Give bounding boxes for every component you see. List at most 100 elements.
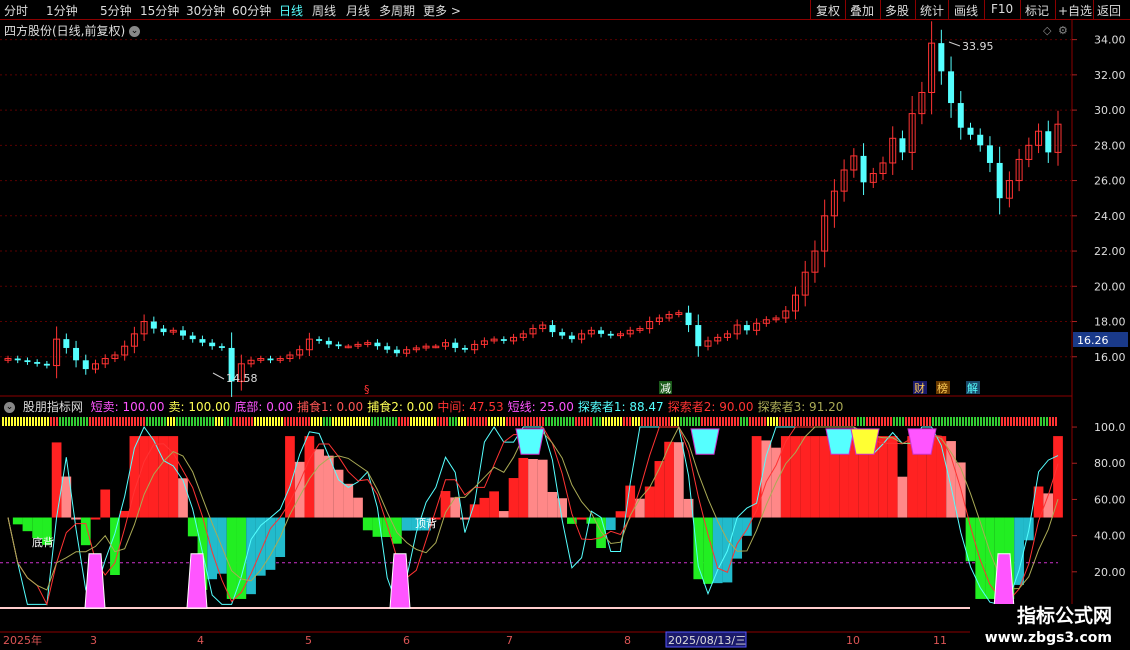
- signal-strip-tick: [11, 417, 13, 426]
- signal-strip-tick: [791, 417, 793, 426]
- candle-body: [267, 358, 274, 361]
- settings-icon[interactable]: ⚙: [1058, 24, 1068, 37]
- stock-title-text: 四方股份(日线,前复权): [4, 24, 126, 38]
- candle-body: [412, 347, 420, 351]
- oscillator-bar: [362, 517, 373, 531]
- oscillator-bar: [907, 436, 918, 518]
- oscillator-bar: [975, 517, 986, 599]
- toolbar: 分时 1分钟 5分钟 15分钟 30分钟 60分钟 日线 周线 月线 多周期 更…: [0, 0, 1130, 20]
- oscillator-bar: [1014, 517, 1024, 585]
- signal-strip-tick: [464, 417, 466, 426]
- f10-button[interactable]: F10: [991, 2, 1013, 16]
- event-mark-finance-box[interactable]: [913, 381, 927, 394]
- signal-strip-tick: [842, 417, 844, 426]
- tab-intraday[interactable]: 分时: [4, 2, 28, 19]
- event-mark-s[interactable]: §: [364, 383, 370, 396]
- signal-strip-tick: [950, 417, 952, 426]
- chart-canvas[interactable]: 34.00 32.00 30.00 28.00 26.00 24.00 22.00 20.00…: [0, 0, 1130, 650]
- oscillator-bar: [985, 517, 995, 599]
- signal-strip-tick: [194, 417, 196, 426]
- tab-15min[interactable]: 15分钟: [140, 2, 179, 19]
- signal-strip-tick: [545, 417, 547, 426]
- signal-strip-tick: [740, 417, 742, 426]
- mark-button[interactable]: 标记: [1025, 2, 1049, 19]
- signal-strip-tick: [779, 417, 781, 426]
- event-mark-reduce-box[interactable]: [659, 381, 672, 394]
- oscillator-bar: [878, 436, 888, 518]
- candle-body: [617, 333, 624, 337]
- chevron-down-icon[interactable]: ⌄: [4, 402, 15, 413]
- back-button[interactable]: 返回: [1097, 2, 1121, 19]
- candle-body: [461, 347, 468, 350]
- candle-body: [442, 342, 449, 347]
- signal-strip-tick: [425, 417, 427, 426]
- signal-strip-tick: [1031, 417, 1033, 426]
- candle-body: [879, 162, 887, 175]
- high-price-label: 33.95: [962, 40, 994, 53]
- signal-strip-tick: [833, 417, 835, 426]
- oscillator-bar: [819, 436, 830, 518]
- signal-strip-tick: [311, 417, 313, 426]
- tab-daily[interactable]: 日线: [279, 2, 303, 19]
- tab-1min[interactable]: 1分钟: [46, 2, 78, 19]
- oscillator-bar: [605, 517, 616, 531]
- tab-more[interactable]: 更多 >: [423, 2, 461, 19]
- candle-body: [830, 190, 838, 217]
- oscillator-bar: [236, 517, 247, 599]
- tab-60min[interactable]: 60分钟: [232, 2, 271, 19]
- candle-body: [889, 137, 897, 164]
- candle-body: [325, 340, 332, 345]
- signal-strip-tick: [824, 417, 826, 426]
- signal-strip-tick: [518, 417, 520, 426]
- multi-stock-button[interactable]: 多股: [885, 2, 909, 19]
- tab-weekly[interactable]: 周线: [312, 2, 336, 19]
- oscillator-bar: [858, 436, 869, 518]
- indicator-name[interactable]: 股朋指标网: [23, 400, 83, 414]
- oscillator-bar: [372, 517, 383, 537]
- signal-strip-tick: [725, 417, 727, 426]
- indicator-field: 底部: 0.00: [234, 400, 293, 414]
- oscillator-bar: [479, 497, 490, 518]
- signal-strip-tick: [722, 417, 724, 426]
- event-mark-list-box[interactable]: [936, 381, 950, 394]
- signal-strip-tick: [992, 417, 994, 426]
- signal-strip-tick: [326, 417, 328, 426]
- signal-strip-tick: [209, 417, 211, 426]
- signal-strip-tick: [536, 417, 538, 426]
- oscillator-bar: [664, 441, 674, 518]
- oscillator-bar: [323, 455, 334, 518]
- event-mark-unlock-box[interactable]: [966, 381, 980, 394]
- main-chart-title[interactable]: 四方股份(日线,前复权) ⌄: [4, 22, 141, 39]
- signal-strip-tick: [188, 417, 190, 426]
- tab-monthly[interactable]: 月线: [346, 2, 370, 19]
- oscillator-bar: [430, 517, 441, 520]
- candle-body: [928, 42, 936, 93]
- overlay-button[interactable]: 叠加: [850, 2, 874, 19]
- signal-strip-tick: [896, 417, 898, 426]
- tab-30min[interactable]: 30分钟: [186, 2, 225, 19]
- signal-strip-tick: [203, 417, 205, 426]
- signal-strip-tick: [5, 417, 7, 426]
- signal-strip-tick: [659, 417, 661, 426]
- candle-body: [578, 333, 586, 340]
- candle-body: [967, 127, 974, 135]
- signal-strip-tick: [638, 417, 640, 426]
- oscillator-bar: [1043, 493, 1054, 518]
- indicator-field: 中间: 47.53: [437, 400, 504, 414]
- draw-line-button[interactable]: 画线: [954, 2, 978, 19]
- signal-strip-tick: [734, 417, 736, 426]
- restore-rights-button[interactable]: 复权: [816, 2, 840, 19]
- tab-5min[interactable]: 5分钟: [100, 2, 132, 19]
- tab-multi-period[interactable]: 多周期: [379, 2, 415, 19]
- signal-strip-tick: [758, 417, 760, 426]
- oscillator-bar: [625, 485, 636, 518]
- indicator-field: 捕食2: 0.00: [367, 400, 434, 414]
- oscillator-bar: [304, 436, 315, 518]
- signal-strip-tick: [656, 417, 658, 426]
- chevron-down-icon[interactable]: ⌄: [129, 26, 141, 37]
- diamond-icon[interactable]: ◇: [1043, 24, 1052, 37]
- statistics-button[interactable]: 统计: [920, 2, 944, 19]
- explorer3-line: [7, 425, 1059, 591]
- signal-strip-tick: [32, 417, 34, 426]
- add-favorite-button[interactable]: +自选: [1058, 2, 1092, 19]
